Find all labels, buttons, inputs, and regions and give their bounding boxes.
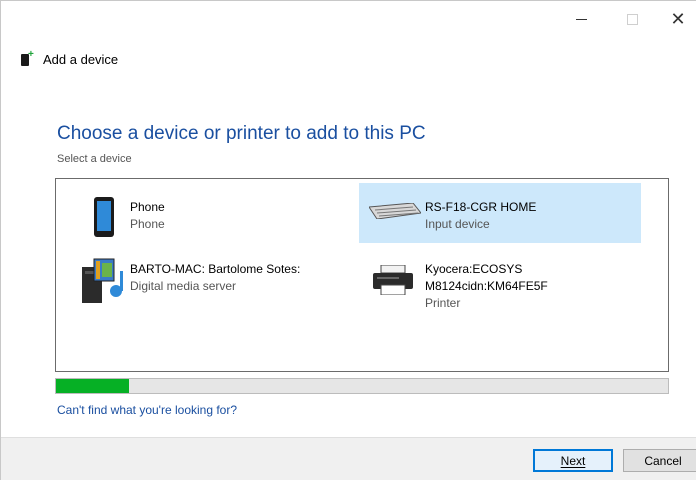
device-item-phone[interactable]: Phone Phone bbox=[64, 187, 344, 245]
window-title: Add a device bbox=[43, 51, 119, 67]
device-item-input[interactable]: RS-F18-CGR HOME Input device bbox=[359, 183, 641, 243]
phone-icon bbox=[72, 195, 130, 241]
close-button[interactable]: ✕ bbox=[655, 5, 696, 33]
device-item-printer[interactable]: Kyocera:ECOSYS M8124cidn:KM64FE5F Printe… bbox=[359, 249, 639, 310]
cant-find-link[interactable]: Can't find what you're looking for? bbox=[57, 403, 237, 417]
device-name: BARTO-MAC: Bartolome Sotes: bbox=[130, 262, 301, 276]
progress-fill bbox=[56, 379, 130, 393]
footer-bar: Next Cancel bbox=[1, 437, 696, 480]
next-button[interactable]: Next bbox=[533, 449, 613, 472]
add-device-window: ✕ + Add a device Choose a device or prin… bbox=[0, 0, 696, 480]
device-type: Phone bbox=[130, 217, 165, 231]
device-type: Digital media server bbox=[130, 279, 237, 293]
cancel-button[interactable]: Cancel bbox=[623, 449, 696, 472]
device-type: Input device bbox=[425, 217, 490, 231]
maximize-button[interactable] bbox=[609, 5, 655, 33]
page-title: Choose a device or printer to add to thi… bbox=[57, 123, 426, 144]
add-device-icon: + bbox=[21, 49, 35, 67]
device-name: RS-F18-CGR HOME bbox=[425, 200, 537, 214]
maximize-icon bbox=[626, 13, 638, 25]
next-button-label: Next bbox=[560, 453, 586, 468]
printer-icon bbox=[367, 257, 425, 303]
device-name-line1: Kyocera:ECOSYS bbox=[425, 262, 523, 276]
title-bar: ✕ bbox=[1, 1, 696, 37]
media-server-icon bbox=[72, 257, 130, 303]
page-subtitle: Select a device bbox=[57, 153, 132, 165]
search-progress-bar bbox=[55, 378, 669, 394]
device-name-line2: M8124cidn:KM64FE5F bbox=[425, 279, 548, 293]
device-list[interactable]: Phone Phone RS-F18-CGR HOME Input device bbox=[55, 178, 669, 372]
minimize-button[interactable] bbox=[558, 5, 604, 33]
device-name: Phone bbox=[130, 200, 165, 214]
minimize-icon bbox=[575, 18, 587, 20]
keyboard-icon bbox=[367, 195, 425, 241]
device-item-media-server[interactable]: BARTO-MAC: Bartolome Sotes: Digital medi… bbox=[64, 249, 344, 307]
device-type: Printer bbox=[425, 296, 461, 310]
wizard-title: + Add a device bbox=[21, 49, 118, 69]
close-icon: ✕ bbox=[670, 8, 686, 29]
